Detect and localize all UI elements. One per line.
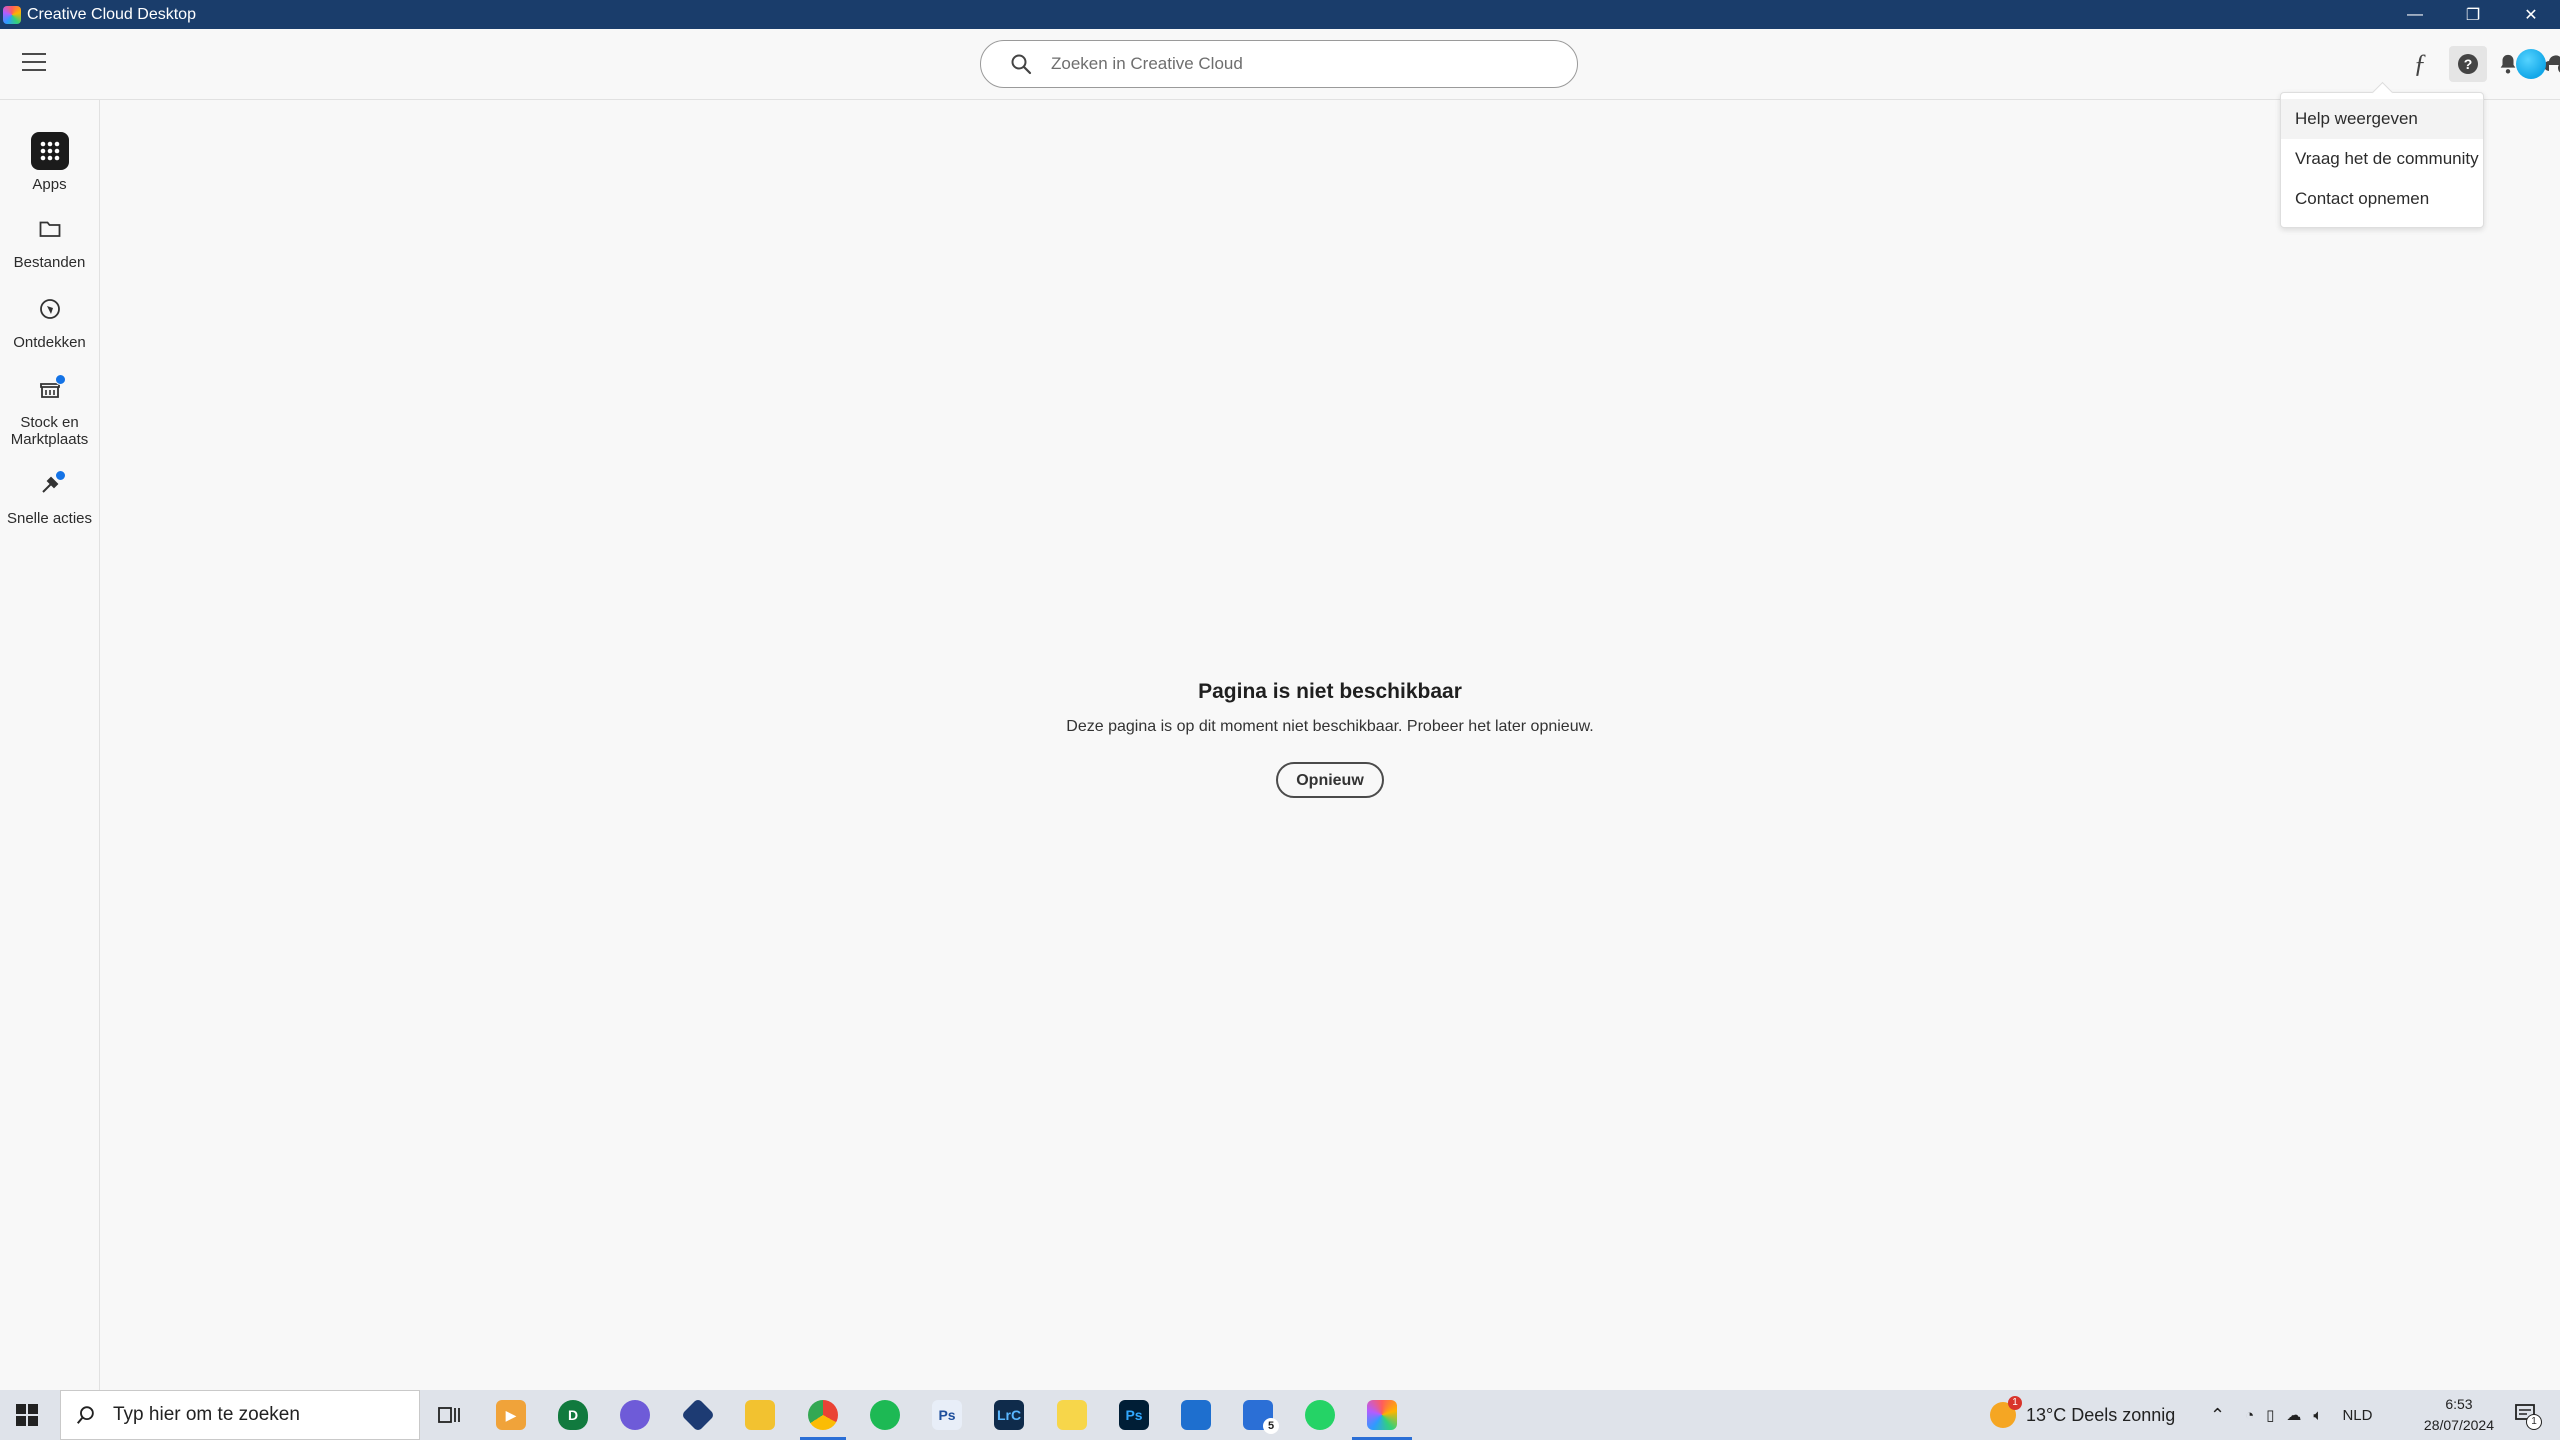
- whatsapp-icon[interactable]: [1305, 1400, 1335, 1430]
- system-clock[interactable]: 6:53 28/07/2024: [2424, 1394, 2494, 1436]
- app-header: ƒ ?: [0, 29, 2560, 100]
- notification-dot: [54, 374, 66, 385]
- sticky-notes-icon[interactable]: [1057, 1400, 1087, 1430]
- device-icon[interactable]: ▯: [2266, 1406, 2274, 1424]
- onedrive-icon[interactable]: ☁: [2286, 1406, 2301, 1424]
- lightroom-classic-icon[interactable]: LrC: [994, 1400, 1024, 1430]
- apps-grid-icon: [30, 132, 69, 170]
- weather-icon: 1: [1990, 1396, 2022, 1428]
- taskbar: Typ hier om te zoeken ▶ D Ps LrC Ps 5 1 …: [0, 1390, 2560, 1440]
- creative-cloud-taskbar-icon[interactable]: [1367, 1400, 1397, 1430]
- sidebar-item-label: Snelle acties: [6, 510, 93, 527]
- windows-start-icon[interactable]: [16, 1404, 38, 1426]
- sidebar-item-label: Ontdekken: [13, 334, 86, 351]
- menu-item-ask-community[interactable]: Vraag het de community: [2281, 139, 2483, 179]
- weather-text: 13°C Deels zonnig: [2026, 1404, 2176, 1425]
- search-icon: [1011, 54, 1032, 75]
- weather-badge: 1: [2008, 1396, 2022, 1410]
- sidebar-item-stock[interactable]: Stock en Marktplaats: [0, 370, 99, 448]
- help-dropdown-menu: Help weergeven Vraag het de community Co…: [2280, 92, 2484, 228]
- help-icon[interactable]: ?: [2449, 46, 2487, 82]
- photoshop-icon[interactable]: Ps: [1119, 1400, 1149, 1430]
- minimize-button[interactable]: —: [2386, 0, 2444, 29]
- creative-cloud-logo-icon: [3, 5, 21, 24]
- svg-text:?: ?: [2464, 56, 2473, 72]
- shield-app-icon[interactable]: D: [558, 1400, 588, 1430]
- network-icon[interactable]: ◔: [2245, 1407, 2254, 1424]
- copilot-icon[interactable]: [620, 1400, 650, 1430]
- sidebar-item-discover[interactable]: Ontdekken: [0, 290, 99, 351]
- sidebar: Apps Bestanden Ontdekken Stock en Marktp…: [0, 100, 100, 1390]
- sidebar-item-quick-actions[interactable]: Snelle acties: [0, 466, 99, 527]
- restore-button[interactable]: ❐: [2444, 0, 2502, 29]
- title-bar: Creative Cloud Desktop — ❐ ✕: [0, 0, 2560, 29]
- chevron-up-icon[interactable]: ⌃: [2210, 1405, 2225, 1426]
- sidebar-item-label: Apps: [32, 176, 67, 193]
- retry-button[interactable]: Opnieuw: [1276, 762, 1384, 798]
- clock-time: 6:53: [2445, 1396, 2473, 1412]
- window-controls: — ❐ ✕: [2386, 0, 2560, 29]
- mail-badge: 5: [1263, 1418, 1279, 1434]
- volume-icon[interactable]: 🔈︎: [2313, 1407, 2322, 1424]
- sidebar-item-label: Stock en Marktplaats: [10, 414, 89, 448]
- compass-icon: [31, 290, 69, 328]
- cube-app-icon[interactable]: [681, 1398, 715, 1432]
- media-player-icon[interactable]: ▶: [496, 1400, 526, 1430]
- file-explorer-icon[interactable]: [745, 1400, 775, 1430]
- chrome-icon[interactable]: [808, 1400, 838, 1430]
- page-message: Deze pagina is op dit moment niet beschi…: [1066, 718, 1594, 735]
- notification-dot: [54, 470, 66, 481]
- unavailable-message: Pagina is niet beschikbaar Deze pagina i…: [100, 680, 2560, 798]
- task-view-icon[interactable]: [435, 1400, 465, 1430]
- quick-actions-icon: [31, 466, 69, 504]
- fonts-icon[interactable]: ƒ: [2405, 49, 2435, 79]
- folder-icon: [31, 210, 69, 248]
- close-button[interactable]: ✕: [2502, 0, 2560, 29]
- notification-center-icon[interactable]: 1: [2514, 1402, 2542, 1430]
- weather-widget[interactable]: 1 13°C Deels zonnig: [1990, 1390, 2175, 1440]
- search-icon: [76, 1406, 94, 1424]
- avatar[interactable]: [2516, 49, 2546, 79]
- system-tray: ⌃ ◔ ▯ ☁ 🔈︎ NLD: [2210, 1390, 2372, 1440]
- outlook-icon[interactable]: 5: [1243, 1400, 1279, 1434]
- mail-icon[interactable]: [1181, 1400, 1211, 1430]
- notification-count: 1: [2526, 1414, 2542, 1430]
- menu-item-contact[interactable]: Contact opnemen: [2281, 179, 2483, 219]
- stock-icon: [31, 370, 69, 408]
- window-title: Creative Cloud Desktop: [27, 5, 196, 23]
- search-bar[interactable]: [980, 40, 1578, 88]
- language-indicator[interactable]: NLD: [2342, 1407, 2372, 1424]
- sidebar-item-apps[interactable]: Apps: [0, 132, 99, 193]
- sidebar-item-label: Bestanden: [13, 254, 86, 271]
- taskbar-search-placeholder: Typ hier om te zoeken: [113, 1404, 300, 1425]
- taskbar-search[interactable]: Typ hier om te zoeken: [60, 1390, 420, 1440]
- page-title: Pagina is niet beschikbaar: [1198, 680, 1462, 703]
- spotify-icon[interactable]: [870, 1400, 900, 1430]
- clock-date: 28/07/2024: [2423, 1417, 2494, 1433]
- search-input[interactable]: [1049, 53, 1533, 75]
- menu-item-help-view[interactable]: Help weergeven: [2281, 99, 2483, 139]
- sidebar-item-files[interactable]: Bestanden: [0, 210, 99, 271]
- hamburger-menu-icon[interactable]: [22, 53, 46, 75]
- photoshop-express-icon[interactable]: Ps: [932, 1400, 962, 1430]
